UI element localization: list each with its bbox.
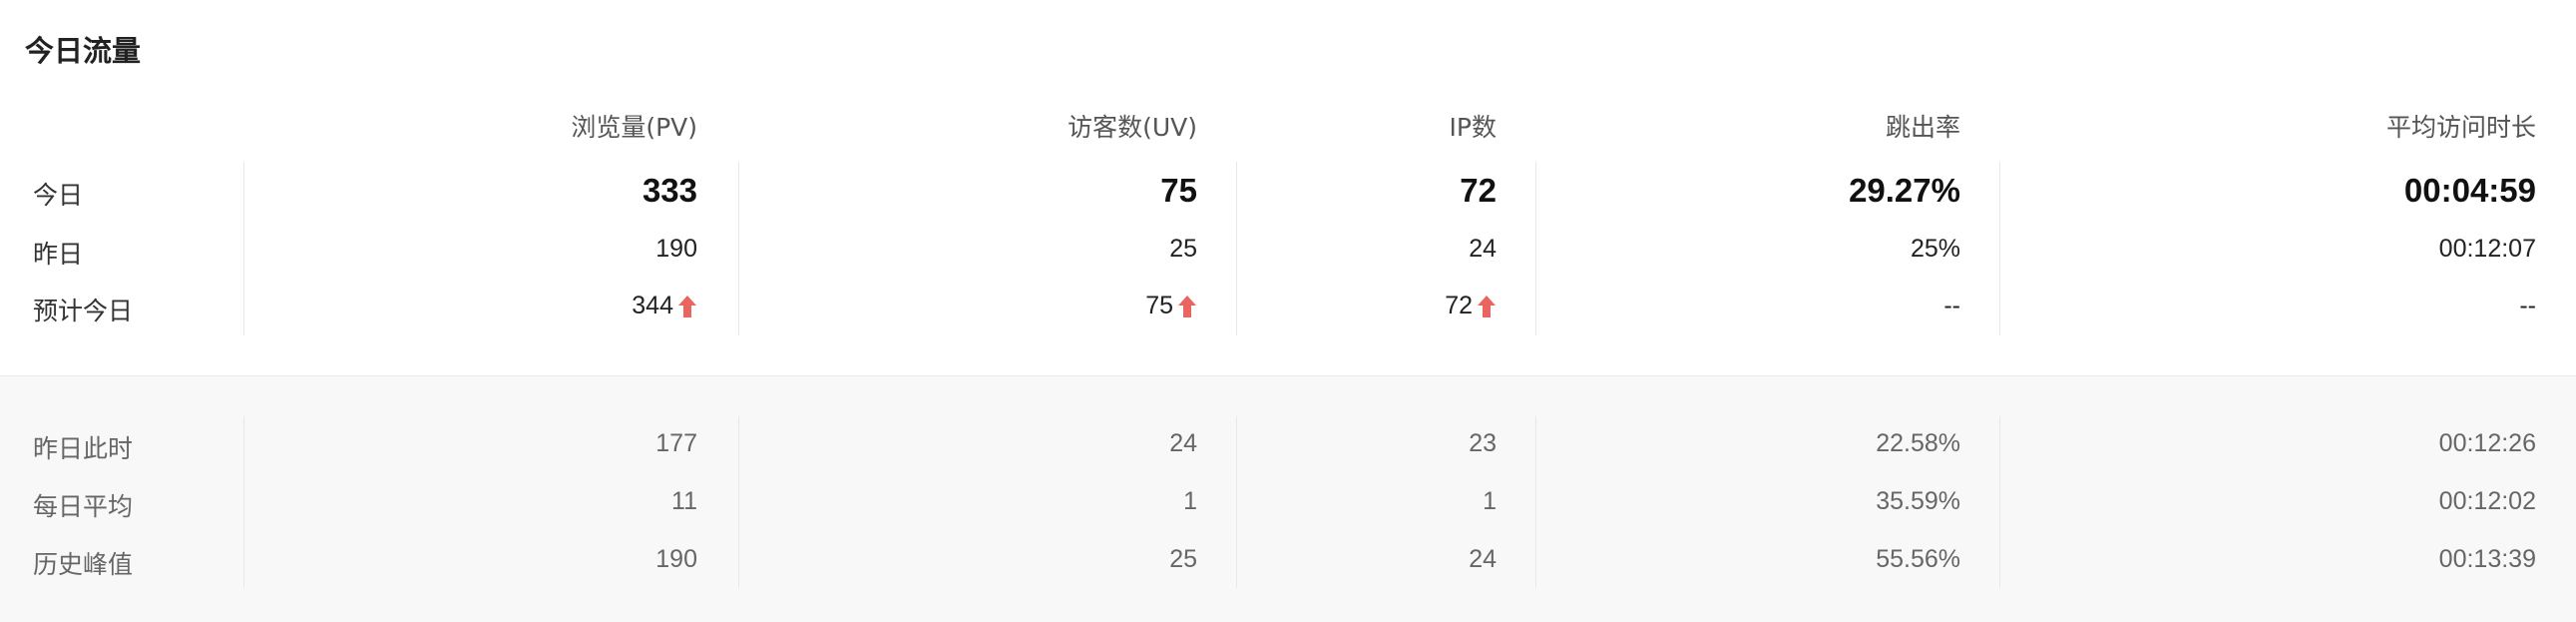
- cell-avg-duration: --: [2519, 292, 2536, 320]
- cell-avg-duration: 00:12:07: [2439, 235, 2536, 264]
- cell-value: 00:12:07: [2438, 235, 2536, 263]
- row-label: 昨日此时: [33, 434, 134, 463]
- cell-pv: 177: [655, 429, 697, 458]
- cell-uv: 75: [1160, 172, 1197, 210]
- column-header-bounce-rate: 跳出率: [1885, 113, 1960, 142]
- cell-value: 24: [1169, 429, 1197, 457]
- column-header-uv: 访客数(UV): [1068, 113, 1197, 142]
- row-label: 预计今日: [33, 297, 134, 325]
- cell-value: 344: [632, 292, 673, 319]
- history-stats-row: 历史峰值 190 25 24 55.56% 00:13:39: [0, 539, 2576, 583]
- arrow-up-icon: [1178, 295, 1196, 317]
- cell-pv: 333: [643, 172, 697, 210]
- cell-uv: 25: [1169, 235, 1197, 264]
- history-stats-row: 每日平均 11 1 1 35.59% 00:12:02: [0, 481, 2576, 525]
- cell-value: 11: [671, 487, 697, 515]
- cell-value: 00:12:26: [2438, 429, 2536, 457]
- cell-uv: 75: [1145, 292, 1197, 320]
- cell-bounce-rate: 35.59%: [1876, 487, 1960, 516]
- cell-avg-duration: 00:13:39: [2439, 545, 2536, 574]
- history-stats-row: 昨日此时 177 24 23 22.58% 00:12:26: [0, 423, 2576, 467]
- cell-value: 55.56%: [1876, 545, 1960, 573]
- cell-bounce-rate: 55.56%: [1876, 545, 1960, 574]
- cell-avg-duration: 00:12:26: [2439, 429, 2536, 458]
- row-label: 昨日: [33, 240, 84, 269]
- cell-value: --: [1943, 292, 1960, 319]
- cell-value: 72: [1445, 292, 1473, 319]
- cell-value: 29.27%: [1849, 172, 1960, 209]
- today-stats-row: 昨日 190 25 24 25% 00:12:07: [0, 229, 2576, 273]
- cell-bounce-rate: --: [1943, 292, 1960, 320]
- cell-value: 22.58%: [1876, 429, 1960, 457]
- today-stats-row: 预计今日 344 75 72 -- --: [0, 286, 2576, 329]
- cell-value: 72: [1460, 172, 1497, 209]
- cell-ip: 72: [1445, 292, 1497, 320]
- today-traffic-panel: 今日流量 浏览量(PV) 访客数(UV) IP数 跳出率 平均访问时长 今日 33…: [0, 0, 2576, 622]
- cell-value: 190: [655, 235, 697, 263]
- cell-value: 24: [1469, 235, 1497, 263]
- cell-ip: 1: [1483, 487, 1497, 516]
- cell-value: 75: [1160, 172, 1197, 209]
- cell-value: 1: [1183, 487, 1197, 515]
- cell-pv: 344: [632, 292, 697, 320]
- cell-uv: 1: [1183, 487, 1197, 516]
- cell-ip: 23: [1469, 429, 1497, 458]
- cell-bounce-rate: 22.58%: [1876, 429, 1960, 458]
- cell-ip: 24: [1469, 545, 1497, 574]
- cell-value: --: [2519, 292, 2536, 319]
- cell-pv: 190: [655, 235, 697, 264]
- row-label: 今日: [33, 181, 84, 210]
- column-header-avg-duration: 平均访问时长: [2385, 113, 2536, 142]
- cell-value: 75: [1145, 292, 1173, 319]
- arrow-up-icon: [678, 295, 696, 317]
- cell-value: 25: [1169, 235, 1197, 263]
- cell-value: 25: [1169, 545, 1197, 573]
- today-stats-row: 今日 333 75 72 29.27% 00:04:59: [0, 170, 2576, 214]
- cell-pv: 11: [671, 487, 697, 516]
- cell-avg-duration: 00:04:59: [2404, 172, 2536, 210]
- cell-avg-duration: 00:12:02: [2439, 487, 2536, 516]
- cell-bounce-rate: 29.27%: [1849, 172, 1960, 210]
- row-label: 历史峰值: [33, 550, 134, 579]
- cell-value: 00:04:59: [2403, 172, 2536, 209]
- cell-value: 333: [642, 172, 697, 209]
- column-header-ip: IP数: [1449, 113, 1497, 142]
- cell-value: 35.59%: [1876, 487, 1960, 515]
- cell-pv: 190: [655, 545, 697, 574]
- cell-ip: 24: [1469, 235, 1497, 264]
- cell-value: 25%: [1910, 235, 1960, 263]
- cell-value: 23: [1469, 429, 1497, 457]
- cell-uv: 24: [1169, 429, 1197, 458]
- cell-value: 190: [655, 545, 697, 573]
- cell-value: 177: [655, 429, 697, 457]
- panel-title: 今日流量: [25, 34, 142, 68]
- cell-ip: 72: [1460, 172, 1497, 210]
- cell-value: 1: [1483, 487, 1497, 515]
- cell-value: 00:13:39: [2438, 545, 2536, 573]
- cell-value: 24: [1469, 545, 1497, 573]
- arrow-up-icon: [1478, 295, 1496, 317]
- row-label: 每日平均: [33, 492, 134, 521]
- cell-uv: 25: [1169, 545, 1197, 574]
- column-header-row: 浏览量(PV) 访客数(UV) IP数 跳出率 平均访问时长: [0, 108, 2576, 148]
- cell-value: 00:12:02: [2438, 487, 2536, 515]
- column-header-pv: 浏览量(PV): [571, 113, 697, 142]
- cell-bounce-rate: 25%: [1911, 235, 1960, 264]
